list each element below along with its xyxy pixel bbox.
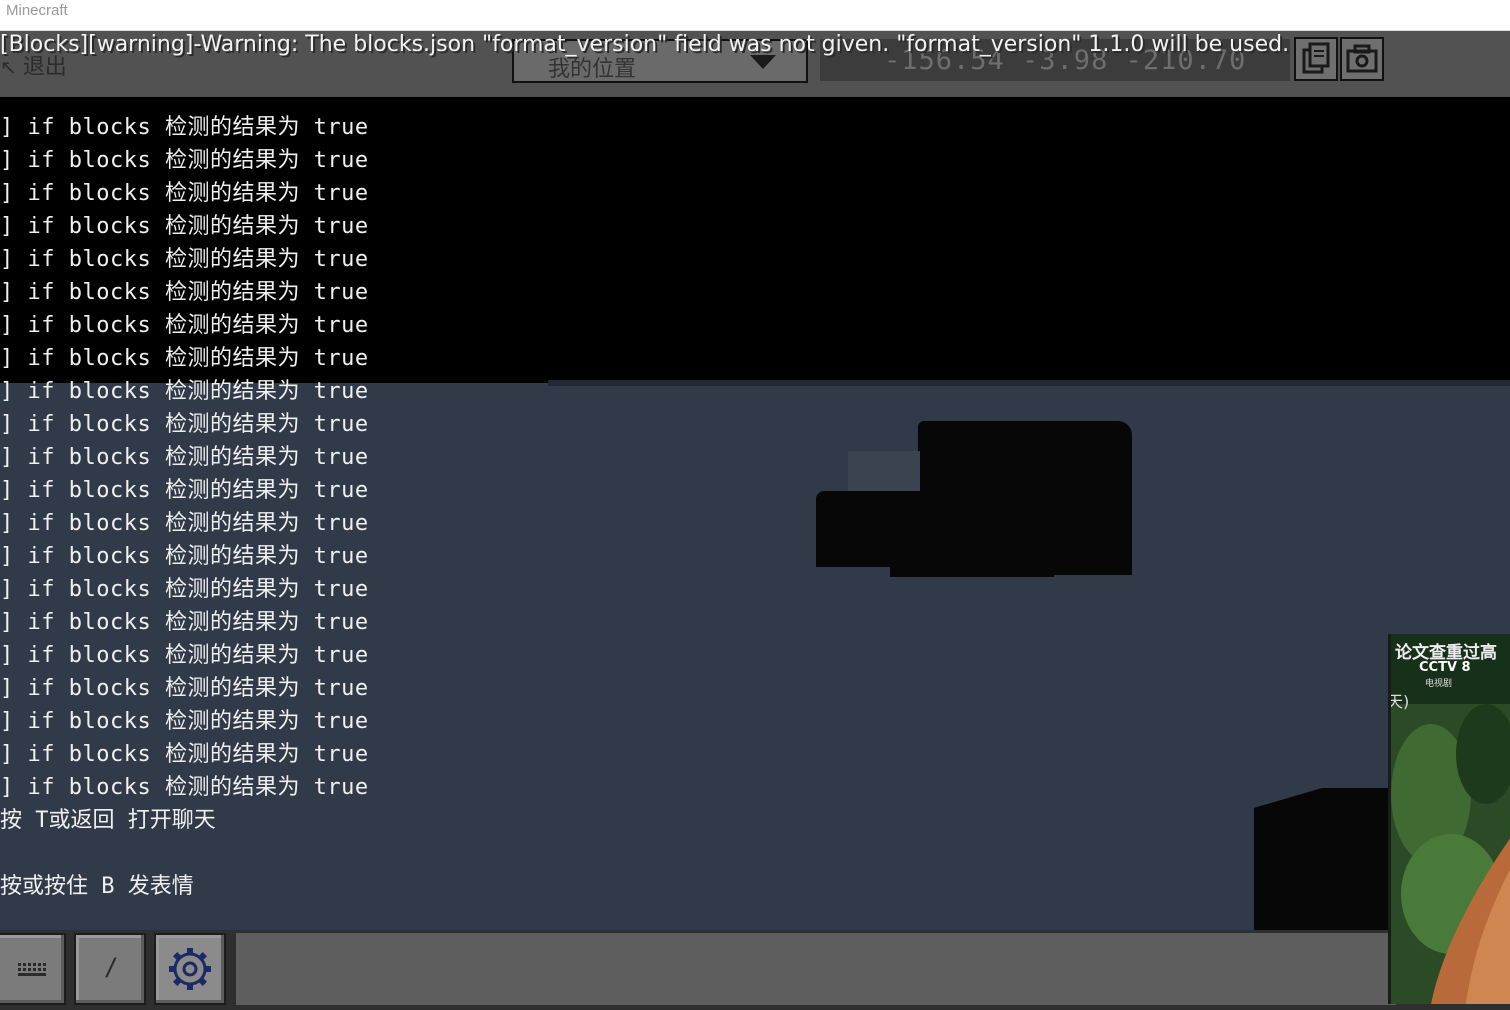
screenshot-button[interactable] — [1340, 37, 1384, 81]
chat-line: ] if blocks 检测的结果为 true — [0, 181, 369, 206]
chat-line: ] if blocks 检测的结果为 true — [0, 577, 369, 602]
dark-block-small — [816, 491, 926, 567]
chat-line: ] if blocks 检测的结果为 true — [0, 247, 369, 272]
dark-block-base — [890, 567, 1054, 577]
bottom-toolbar: / — [0, 930, 1510, 1010]
chat-line: ] if blocks 检测的结果为 true — [0, 412, 369, 437]
horizon-edge — [548, 380, 1510, 386]
dark-block-corner — [1254, 788, 1390, 930]
chat-line: ] if blocks 检测的结果为 true — [0, 280, 369, 305]
chat-line: ] if blocks 检测的结果为 true — [0, 775, 369, 800]
window-title: Minecraft — [6, 2, 68, 19]
chat-line: ] if blocks 检测的结果为 true — [0, 379, 369, 404]
warning-message: [Blocks][warning]-Warning: The blocks.js… — [0, 32, 1290, 57]
game-viewport[interactable]: ↖ 退出 我的位置 -156.54 -3.98 -210.70 [Blocks][… — [0, 31, 1510, 1010]
settings-button[interactable] — [154, 933, 226, 1005]
chat-line: ] if blocks 检测的结果为 true — [0, 148, 369, 173]
copy-icon — [1302, 42, 1330, 74]
chat-line: ] if blocks 检测的结果为 true — [0, 511, 369, 536]
chat-line: ] if blocks 检测的结果为 true — [0, 115, 369, 140]
chat-line: ] if blocks 检测的结果为 true — [0, 742, 369, 767]
video-overlay[interactable]: 论文查重过高 CCTV 8 电视剧 天) — [1388, 634, 1510, 1004]
chat-line: ] if blocks 检测的结果为 true — [0, 676, 369, 701]
chat-line: ] if blocks 检测的结果为 true — [0, 478, 369, 503]
dark-block-shadow — [848, 451, 920, 491]
back-arrow-icon: ↖ — [0, 55, 17, 79]
chat-line: ] if blocks 检测的结果为 true — [0, 709, 369, 734]
exit-label: 退出 — [22, 55, 67, 80]
window-titlebar: Minecraft — [0, 0, 1510, 31]
chat-line: ] if blocks 检测的结果为 true — [0, 445, 369, 470]
emote-hint: 按或按住 B 发表情 — [0, 874, 194, 899]
gear-icon — [169, 948, 211, 990]
chat-hint: 按 T或返回 打开聊天 — [0, 808, 216, 833]
chat-line: ] if blocks 检测的结果为 true — [0, 643, 369, 668]
chevron-down-icon — [750, 55, 776, 69]
chat-log: ] if blocks 检测的结果为 true ] if blocks 检测的结… — [0, 111, 369, 903]
slash-label: / — [104, 953, 119, 981]
copy-coordinates-button[interactable] — [1294, 37, 1338, 81]
channel-subtitle: 电视剧 — [1425, 679, 1453, 689]
slash-command-button[interactable]: / — [74, 933, 146, 1005]
channel-logo: CCTV 8 — [1419, 660, 1471, 675]
dark-block-large — [918, 421, 1132, 575]
chat-line: ] if blocks 检测的结果为 true — [0, 313, 369, 338]
keyboard-icon — [18, 963, 46, 976]
top-bar: ↖ 退出 我的位置 -156.54 -3.98 -210.70 [Blocks][… — [0, 31, 1510, 97]
chat-line: ] if blocks 检测的结果为 true — [0, 346, 369, 371]
video-side-text: 天) — [1388, 692, 1410, 711]
keyboard-button[interactable] — [0, 933, 66, 1005]
camera-icon — [1346, 44, 1378, 73]
chat-line: ] if blocks 检测的结果为 true — [0, 214, 369, 239]
chat-line: ] if blocks 检测的结果为 true — [0, 544, 369, 569]
chat-input[interactable] — [236, 933, 1396, 1005]
chat-line: ] if blocks 检测的结果为 true — [0, 610, 369, 635]
